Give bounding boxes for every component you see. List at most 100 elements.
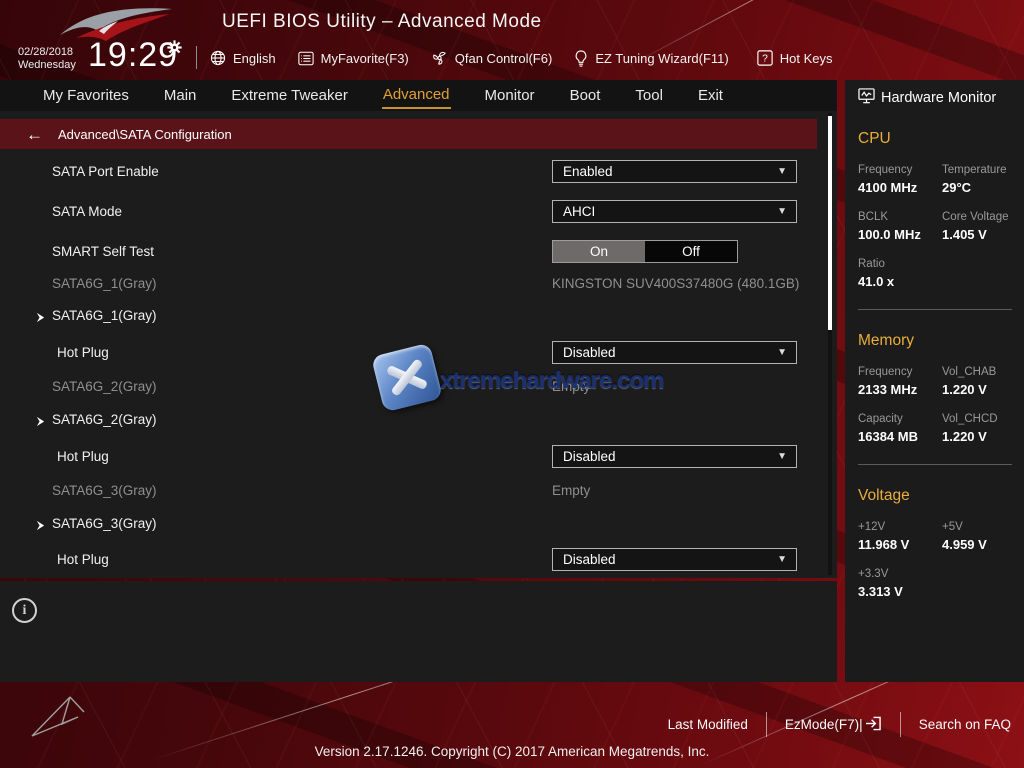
metric-cpu-ratio: Ratio 41.0 x [858,258,942,289]
tab-extreme-tweaker[interactable]: Extreme Tweaker [230,83,348,108]
smart-self-test-toggle[interactable]: On Off [552,240,738,263]
footer-links: Last Modified EzMode(F7)| Search on FAQ [668,712,1011,737]
sidebar-divider [858,309,1012,310]
metric-memory-vol-chcd: Vol_CHCD 1.220 V [942,413,1014,444]
submenu-row[interactable]: SATA6G_2(Gray) [0,408,820,432]
tab-boot[interactable]: Boot [569,83,602,108]
hot-keys-button[interactable]: ? Hot Keys [757,50,833,66]
chevron-down-icon: ▼ [777,166,787,177]
tab-exit[interactable]: Exit [697,83,724,108]
hardware-monitor-title: Hardware Monitor [881,90,996,106]
hardware-monitor-panel: Hardware Monitor CPU Frequency 4100 MHz … [845,80,1024,682]
metric-voltage-12v: +12V 11.968 V [858,521,942,552]
exit-arrow-icon [865,716,882,734]
top-bar: UEFI BIOS Utility – Advanced Mode 02/28/… [0,0,1024,80]
setting-row: Hot Plug Disabled ▼ [0,341,820,365]
back-arrow-icon[interactable]: ← [26,126,43,143]
chevron-down-icon: ▼ [777,206,787,217]
drive-port-label: SATA6G_1(Gray) [52,272,157,296]
search-on-faq-button[interactable]: Search on FAQ [919,717,1011,732]
tab-monitor[interactable]: Monitor [484,83,536,108]
hot-plug-1-dropdown[interactable]: Disabled ▼ [552,341,797,364]
setting-label: Hot Plug [57,341,109,365]
footer-divider [766,712,767,737]
hot-keys-label: Hot Keys [780,51,833,66]
version-text: Version 2.17.1246. Copyright (C) 2017 Am… [0,744,1024,759]
dropdown-value: Enabled [563,164,613,179]
drive-port-label: SATA6G_2(Gray) [52,375,157,399]
memory-section-title: Memory [858,332,1014,350]
hot-plug-3-dropdown[interactable]: Disabled ▼ [552,548,797,571]
tab-advanced[interactable]: Advanced [382,82,451,109]
tab-main[interactable]: Main [163,83,198,108]
globe-icon [210,50,226,66]
clock-display: 19:29 [88,36,178,75]
date-value: 02/28/2018 [18,46,76,59]
footer-divider [900,712,901,737]
breadcrumb: ← Advanced\SATA Configuration [0,119,817,149]
setting-row: SATA Port Enable Enabled ▼ [0,160,820,184]
footer: Last Modified EzMode(F7)| Search on FAQ … [0,682,1024,768]
hardware-monitor-header: Hardware Monitor [858,88,1014,108]
dropdown-value: AHCI [563,204,595,219]
submenu-row[interactable]: SATA6G_3(Gray) [0,512,820,536]
language-label: English [233,51,276,66]
sata-port-enable-dropdown[interactable]: Enabled ▼ [552,160,797,183]
chevron-right-icon [35,414,46,432]
drive-info-row: SATA6G_2(Gray) Empty [0,375,820,399]
sata-mode-dropdown[interactable]: AHCI ▼ [552,200,797,223]
date-display: 02/28/2018 Wednesday [18,46,76,72]
svg-text:?: ? [762,54,768,65]
fan-icon [431,50,448,66]
setting-label: Hot Plug [57,548,109,572]
language-button[interactable]: English [210,50,276,66]
setting-row: Hot Plug Disabled ▼ [0,548,820,572]
metric-cpu-frequency: Frequency 4100 MHz [858,164,942,195]
clock-settings-gear-icon[interactable] [167,40,182,60]
drive-port-label: SATA6G_3(Gray) [52,479,157,503]
submenu-label: SATA6G_3(Gray) [52,512,157,536]
scrollbar-thumb[interactable] [828,116,832,330]
ezmode-label: EzMode(F7)| [785,717,863,732]
myfavorite-button[interactable]: MyFavorite(F3) [298,51,409,66]
chevron-right-icon [35,310,46,328]
ez-tuning-wizard-button[interactable]: EZ Tuning Wizard(F11) [574,50,728,67]
ez-tuning-wizard-label: EZ Tuning Wizard(F11) [595,51,728,66]
sidebar-divider [858,464,1012,465]
favorites-list-icon [298,51,314,66]
metric-memory-frequency: Frequency 2133 MHz [858,366,942,397]
setting-label: SMART Self Test [52,240,154,264]
tab-tool[interactable]: Tool [634,83,664,108]
metric-cpu-core-voltage: Core Voltage 1.405 V [942,211,1014,242]
metric-memory-capacity: Capacity 16384 MB [858,413,942,444]
top-bar-divider [196,46,197,69]
last-modified-button[interactable]: Last Modified [668,717,748,732]
submenu-label: SATA6G_2(Gray) [52,408,157,432]
setting-row: SMART Self Test On Off [0,240,820,264]
drive-info-row: SATA6G_1(Gray) KINGSTON SUV400S37480G (4… [0,272,820,296]
drive-info-row: SATA6G_3(Gray) Empty [0,479,820,503]
toggle-option-on[interactable]: On [553,241,645,262]
chevron-down-icon: ▼ [777,347,787,358]
submenu-label: SATA6G_1(Gray) [52,304,157,328]
hot-plug-2-dropdown[interactable]: Disabled ▼ [552,445,797,468]
main-nav: My Favorites Main Extreme Tweaker Advanc… [0,80,837,111]
monitor-icon [858,88,875,108]
dropdown-value: Disabled [563,449,616,464]
drive-model-value: KINGSTON SUV400S37480G (480.1GB) [552,272,799,296]
setting-label: SATA Port Enable [52,160,159,184]
setting-label: Hot Plug [57,445,109,469]
toggle-option-off[interactable]: Off [645,241,737,262]
qfan-control-button[interactable]: Qfan Control(F6) [431,50,553,66]
dropdown-value: Disabled [563,345,616,360]
submenu-row[interactable]: SATA6G_1(Gray) [0,304,820,328]
metric-cpu-bclk: BCLK 100.0 MHz [858,211,942,242]
ezmode-button[interactable]: EzMode(F7)| [785,716,882,734]
tab-my-favorites[interactable]: My Favorites [42,83,130,108]
question-box-icon: ? [757,50,773,66]
app-title: UEFI BIOS Utility – Advanced Mode [222,11,542,33]
metric-voltage-3v3: +3.3V 3.313 V [858,568,942,599]
qfan-control-label: Qfan Control(F6) [455,51,553,66]
info-icon: i [12,598,37,623]
myfavorite-label: MyFavorite(F3) [321,51,409,66]
